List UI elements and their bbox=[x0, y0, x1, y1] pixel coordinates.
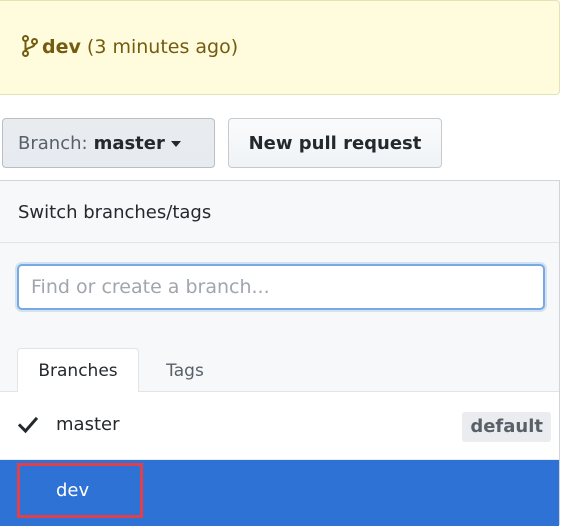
caret-down-icon bbox=[170, 141, 181, 147]
branch-item-label: master bbox=[56, 414, 120, 435]
tab-branches[interactable]: Branches bbox=[17, 348, 139, 393]
branch-item-master[interactable]: master default bbox=[0, 392, 559, 460]
git-branch-icon bbox=[22, 35, 38, 66]
dropdown-title: Switch branches/tags bbox=[18, 202, 212, 223]
recent-push-banner: dev (3 minutes ago) bbox=[0, 0, 560, 95]
dropdown-header: Switch branches/tags bbox=[0, 181, 559, 243]
branch-select-button[interactable]: Branch: master bbox=[2, 118, 215, 168]
branch-select-current: master bbox=[93, 132, 165, 154]
branch-item-label: dev bbox=[56, 480, 90, 501]
ref-tabs: Branches Tags bbox=[0, 336, 559, 393]
branch-filter-input[interactable] bbox=[17, 264, 545, 310]
check-icon bbox=[17, 416, 39, 438]
recent-push-info: dev (3 minutes ago) bbox=[22, 32, 238, 66]
default-badge: default bbox=[462, 412, 551, 442]
branch-dropdown: Switch branches/tags Branches Tags maste… bbox=[0, 180, 560, 526]
branch-item-dev[interactable]: dev bbox=[0, 460, 559, 526]
tab-tags[interactable]: Tags bbox=[145, 348, 225, 393]
filter-area bbox=[0, 243, 559, 336]
recent-branch-time: (3 minutes ago) bbox=[86, 36, 239, 58]
new-pull-request-button[interactable]: New pull request bbox=[228, 118, 442, 168]
branch-select-prefix: Branch: bbox=[18, 132, 88, 154]
recent-branch-link[interactable]: dev bbox=[42, 36, 81, 58]
